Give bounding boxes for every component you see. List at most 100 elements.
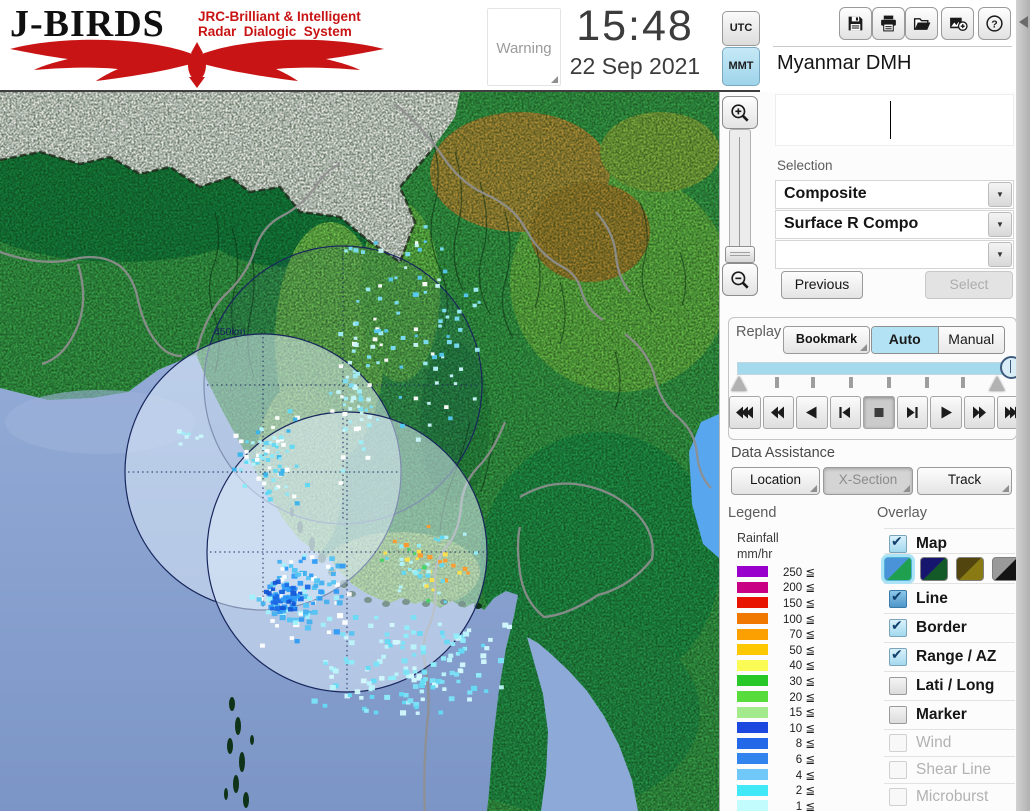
overlay-separator [884, 528, 1015, 529]
rain-echo-pixel [251, 458, 255, 462]
utc-toggle-button[interactable]: UTC [722, 11, 760, 46]
overlay-item-label: Microburst [916, 788, 989, 805]
rain-echo-pixel [329, 666, 334, 670]
skip-backward-fast-button[interactable] [729, 396, 761, 429]
overlay-item-lati-long[interactable]: Lati / Long [889, 676, 994, 696]
rain-echo-pixel [264, 589, 269, 594]
chevron-down-icon[interactable]: ▼ [988, 212, 1012, 237]
skip-backward-button[interactable] [762, 396, 794, 429]
map-zoom-out-button[interactable] [722, 263, 758, 296]
map-style-olive-khaki[interactable] [956, 557, 984, 581]
rain-echo-pixel [439, 352, 444, 357]
x-section-button[interactable]: X-Section [823, 467, 913, 495]
rain-echo-pixel [364, 408, 368, 412]
radar-map[interactable]: 450km [0, 92, 719, 811]
overlay-item-marker[interactable]: Marker [889, 705, 967, 725]
chevron-down-icon[interactable]: ▼ [988, 182, 1012, 207]
rain-echo-pixel [271, 587, 276, 591]
checkbox[interactable] [889, 706, 907, 724]
rain-echo-pixel [356, 426, 361, 431]
rain-echo-pixel [458, 328, 463, 332]
mmt-toggle-button[interactable]: MMT [722, 47, 760, 86]
rain-echo-pixel [454, 672, 460, 677]
rain-echo-pixel [357, 390, 362, 393]
add-image-button[interactable] [941, 7, 974, 40]
rain-echo-pixel [399, 561, 405, 566]
rain-echo-pixel [460, 638, 466, 643]
bookmark-button[interactable]: Bookmark [783, 326, 870, 354]
rain-echo-pixel [350, 399, 354, 403]
selection-combo-category[interactable]: Composite ▼ [775, 180, 1014, 209]
rain-echo-pixel [415, 711, 420, 715]
open-file-button[interactable] [905, 7, 938, 40]
checkbox[interactable]: ✔ [889, 646, 907, 666]
rain-echo-pixel [311, 601, 316, 605]
checkbox[interactable]: ✔ [889, 588, 907, 608]
rain-echo-pixel [454, 343, 460, 348]
rain-echo-pixel [281, 606, 286, 610]
overlay-item-border[interactable]: ✔ Border [889, 617, 967, 638]
previous-button[interactable]: Previous [781, 271, 863, 299]
rain-echo-pixel [178, 442, 183, 446]
replay-end-marker[interactable] [989, 376, 1005, 391]
auto-mode-button[interactable]: Auto [872, 327, 938, 353]
rain-echo-pixel [370, 678, 377, 684]
message-textbox[interactable] [775, 94, 1014, 146]
chevron-down-icon[interactable]: ▼ [988, 242, 1012, 267]
overlay-item-range-az[interactable]: ✔ Range / AZ [889, 646, 996, 667]
map-style-navy-darkgreen[interactable] [920, 557, 948, 581]
check-icon: ✔ [891, 646, 903, 662]
rain-echo-pixel [369, 405, 374, 409]
replay-slider-track[interactable] [737, 362, 1011, 375]
legend-row: 10 ≦ [737, 720, 815, 736]
select-button[interactable]: Select [925, 271, 1013, 299]
rain-echo-pixel [289, 444, 295, 449]
track-button[interactable]: Track [917, 467, 1012, 495]
step-forward-icon [907, 407, 918, 418]
map-zoom-in-button[interactable] [722, 96, 758, 129]
rain-echo-pixel [281, 563, 287, 568]
legend-swatch [737, 722, 768, 734]
step-forward-button[interactable] [896, 396, 928, 429]
save-button[interactable] [839, 7, 872, 40]
rain-echo-pixel [416, 544, 421, 548]
rain-echo-pixel [277, 559, 282, 564]
overlay-item-line[interactable]: ✔ Line [889, 588, 948, 609]
rain-echo-pixel [361, 447, 366, 451]
overlay-item-wind: Wind [889, 733, 951, 753]
map-zoom-slider[interactable] [729, 129, 751, 261]
collapse-arrow-icon[interactable] [1019, 16, 1028, 28]
rain-echo-pixel [427, 423, 432, 427]
stop-button[interactable] [863, 396, 895, 429]
rain-echo-pixel [408, 673, 414, 679]
rain-echo-pixel [422, 670, 428, 675]
replay-start-marker[interactable] [731, 376, 747, 391]
rain-echo-pixel [269, 454, 275, 458]
print-button[interactable] [872, 7, 905, 40]
panel-collapse-strip[interactable] [1016, 0, 1030, 811]
rain-echo-pixel [284, 583, 290, 587]
help-button[interactable]: ? [978, 7, 1011, 40]
rain-echo-pixel [244, 449, 249, 454]
checkbox[interactable]: ✔ [889, 617, 907, 637]
manual-mode-button[interactable]: Manual [937, 327, 1004, 353]
play-forward-button[interactable] [930, 396, 962, 429]
map-style-blue-green[interactable] [884, 557, 912, 581]
play-backward-button[interactable] [796, 396, 828, 429]
location-button[interactable]: Location [731, 467, 820, 495]
rain-echo-pixel [474, 551, 478, 555]
rain-echo-pixel [358, 440, 364, 445]
selection-combo-extra[interactable]: ▼ [775, 240, 1014, 269]
map-zoom-slider-handle[interactable] [725, 246, 755, 263]
checkbox[interactable] [889, 677, 907, 695]
rain-echo-pixel [413, 552, 417, 555]
overlay-item-map[interactable]: ✔ Map [889, 533, 947, 554]
selection-combo-product[interactable]: Surface R Compo ▼ [775, 210, 1014, 239]
rain-echo-pixel [273, 597, 280, 603]
skip-forward-button[interactable] [963, 396, 995, 429]
checkbox[interactable]: ✔ [889, 533, 907, 553]
rain-echo-pixel [425, 573, 431, 578]
rain-echo-pixel [277, 464, 282, 468]
step-backward-button[interactable] [829, 396, 861, 429]
rain-echo-pixel [437, 622, 442, 627]
